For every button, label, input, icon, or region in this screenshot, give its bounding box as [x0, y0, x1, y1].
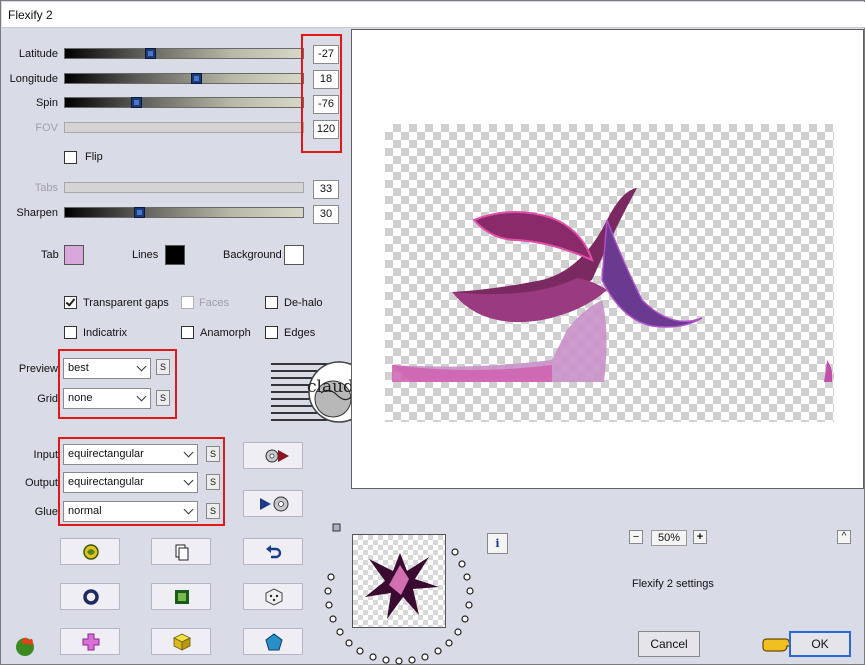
- ok-button[interactable]: OK: [789, 631, 851, 657]
- anamorph-checkbox[interactable]: [181, 326, 194, 339]
- glue-label: Glue: [34, 506, 58, 518]
- spin-slider-thumb[interactable]: [131, 97, 142, 108]
- randomize-button[interactable]: [60, 538, 120, 565]
- tab-color-swatch[interactable]: [64, 245, 84, 265]
- pentagon-icon: [265, 633, 283, 651]
- faces-label: Faces: [199, 297, 229, 309]
- highlight-box-values: [301, 34, 342, 153]
- sharpen-label: Sharpen: [16, 207, 58, 219]
- grid-label: Grid: [37, 393, 58, 405]
- undo-icon: [266, 545, 282, 559]
- background-color-label: Background: [223, 249, 282, 261]
- highlight-box-projection: [58, 437, 225, 526]
- edges-checkbox[interactable]: [265, 326, 278, 339]
- sharpen-value[interactable]: 30: [313, 205, 339, 224]
- dice-icon: [265, 588, 283, 606]
- flaming-pear-logo-icon: [16, 637, 34, 656]
- flexify-dialog: Flexify 2 Latitude -27 Longitude 18 Spin…: [0, 0, 865, 665]
- fov-slider: [64, 122, 304, 133]
- zoom-in-button[interactable]: +: [693, 530, 707, 544]
- latitude-label: Latitude: [18, 48, 58, 60]
- preview-label: Preview: [18, 363, 58, 375]
- title-bar: Flexify 2: [2, 2, 865, 28]
- undo-button[interactable]: [243, 538, 303, 565]
- longitude-label: Longitude: [9, 73, 58, 85]
- tabs-label: Tabs: [34, 182, 58, 194]
- collapse-button[interactable]: ^: [837, 530, 851, 544]
- frame-button[interactable]: [151, 583, 211, 610]
- disc-icon: [273, 496, 289, 512]
- faces-checkbox: [181, 296, 194, 309]
- background-color-swatch[interactable]: [284, 245, 304, 265]
- fov-label: FOV: [35, 122, 58, 134]
- zoom-out-button[interactable]: −: [629, 530, 643, 544]
- tabs-slider: [64, 182, 304, 193]
- tabs-value: 33: [313, 180, 339, 199]
- lines-color-swatch[interactable]: [165, 245, 185, 265]
- preview-panel[interactable]: [351, 29, 864, 489]
- info-button[interactable]: i: [487, 533, 508, 554]
- longitude-slider-thumb[interactable]: [191, 73, 202, 84]
- cross-icon: [82, 633, 100, 651]
- anamorph-label: Anamorph: [200, 327, 251, 339]
- output-label: Output: [24, 477, 58, 489]
- pentagon-button[interactable]: [243, 628, 303, 655]
- longitude-slider[interactable]: [64, 73, 304, 84]
- play-backward-button[interactable]: [243, 490, 303, 517]
- flip-label: Flip: [85, 151, 103, 163]
- window-title: Flexify 2: [8, 8, 53, 22]
- transparent-gaps-checkbox[interactable]: [64, 296, 77, 309]
- edges-label: Edges: [284, 327, 316, 339]
- status-text: Flexify 2 settings: [632, 578, 714, 590]
- cross-button[interactable]: [60, 628, 120, 655]
- thumbnail-star-image: [365, 553, 439, 619]
- flexified-image-preview: [392, 188, 833, 382]
- frame-icon: [175, 590, 189, 604]
- play-red-icon: [278, 450, 289, 462]
- transparent-gaps-label: Transparent gaps: [83, 297, 169, 309]
- thumbnail-preview[interactable]: [352, 534, 446, 628]
- tab-color-label: Tab: [41, 249, 59, 261]
- input-label: Input: [33, 449, 58, 461]
- cancel-button[interactable]: Cancel: [638, 631, 700, 657]
- cube-icon: [173, 633, 191, 651]
- spin-slider[interactable]: [64, 97, 304, 108]
- sharpen-slider[interactable]: [64, 207, 304, 218]
- zoom-level: 50%: [651, 530, 687, 546]
- ring-button[interactable]: [60, 583, 120, 610]
- latitude-slider[interactable]: [64, 48, 304, 59]
- indicatrix-label: Indicatrix: [83, 327, 128, 339]
- flip-checkbox[interactable]: [64, 151, 77, 164]
- play-forward-button[interactable]: [243, 442, 303, 469]
- lines-color-label: Lines: [132, 249, 159, 261]
- de-halo-checkbox[interactable]: [265, 296, 278, 309]
- latitude-slider-thumb[interactable]: [145, 48, 156, 59]
- cube-button[interactable]: [151, 628, 211, 655]
- check-icon: [65, 296, 76, 307]
- de-halo-label: De-halo: [284, 297, 323, 309]
- copy-icon: [175, 544, 189, 561]
- copy-button[interactable]: [151, 538, 211, 565]
- play-blue-icon: [260, 498, 271, 510]
- spin-label: Spin: [35, 97, 58, 109]
- dice-button[interactable]: [243, 583, 303, 610]
- randomize-icon: [83, 544, 99, 560]
- highlight-box-preview-grid: [58, 349, 177, 419]
- indicatrix-checkbox[interactable]: [64, 326, 77, 339]
- sharpen-slider-thumb[interactable]: [134, 207, 145, 218]
- ring-icon: [83, 589, 99, 605]
